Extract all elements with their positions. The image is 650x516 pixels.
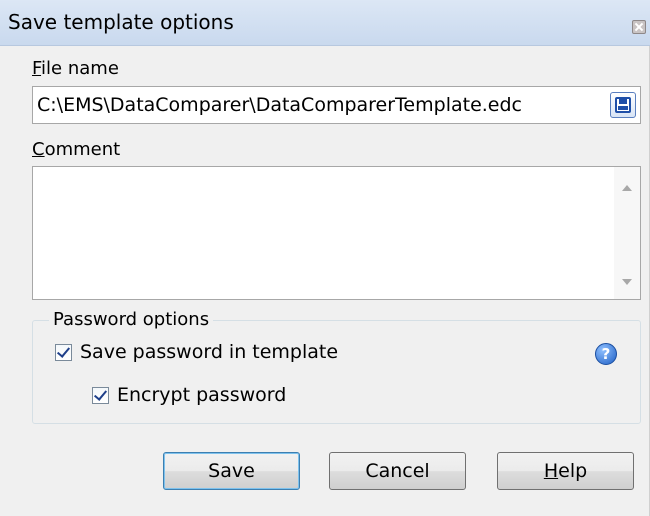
file-name-value[interactable]: C:\EMS\DataComparer\DataComparerTemplate…: [37, 94, 522, 116]
password-options-group: [32, 320, 641, 424]
password-options-legend: Password options: [49, 309, 214, 330]
comment-label: Comment: [32, 139, 121, 160]
encrypt-password-checkbox[interactable]: [92, 387, 109, 404]
cancel-button[interactable]: Cancel: [329, 452, 466, 490]
close-icon[interactable]: [632, 20, 646, 34]
file-name-label: File name: [32, 58, 119, 79]
save-template-dialog: Save template options File name C:\EMS\D…: [0, 0, 650, 516]
title-bar[interactable]: Save template options: [0, 0, 650, 46]
scroll-up-arrow-icon[interactable]: [622, 185, 632, 191]
comment-textarea[interactable]: [32, 166, 641, 300]
save-password-checkbox[interactable]: [55, 344, 72, 361]
browse-save-button[interactable]: [610, 92, 636, 118]
file-name-field[interactable]: C:\EMS\DataComparer\DataComparerTemplate…: [32, 86, 641, 124]
encrypt-password-label[interactable]: Encrypt password: [117, 384, 286, 406]
floppy-disk-icon: [615, 97, 631, 113]
scroll-down-arrow-icon[interactable]: [622, 279, 632, 285]
save-password-label[interactable]: Save password in template: [80, 341, 338, 363]
comment-scrollbar[interactable]: [614, 167, 640, 299]
help-icon[interactable]: ?: [595, 343, 617, 365]
help-button[interactable]: Help: [497, 452, 634, 490]
dialog-title: Save template options: [8, 10, 234, 34]
save-button[interactable]: Save: [163, 452, 300, 490]
